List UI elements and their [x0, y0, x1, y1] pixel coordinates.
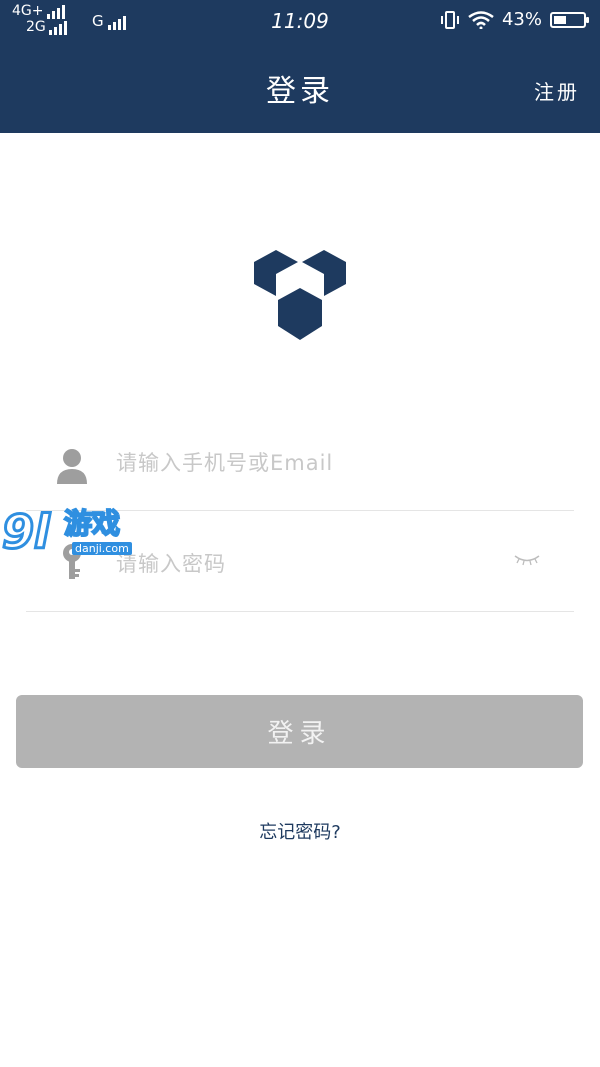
status-bar: 4G+ 2G G 11:09 43% [0, 0, 600, 40]
forgot-password-link[interactable]: 忘记密码? [0, 818, 600, 844]
watermark-brand: 游戏 [63, 507, 121, 541]
eye-closed-icon[interactable] [514, 553, 540, 567]
watermark-logo: 9l 游戏 danji.com [1, 505, 136, 562]
page-title: 登录 [266, 74, 334, 109]
battery-percent: 43% [501, 9, 542, 30]
login-button[interactable]: 登录 [16, 695, 583, 768]
password-input[interactable] [114, 541, 498, 587]
battery-icon [550, 11, 589, 28]
vibrate-icon [440, 10, 459, 29]
battery-fill [554, 15, 567, 24]
register-button[interactable]: 注册 [534, 76, 580, 105]
app-logo [254, 250, 346, 340]
status-right: 43% [440, 9, 589, 30]
app-header: 4G+ 2G G 11:09 43% 登录 注册 [0, 0, 600, 133]
user-icon [57, 449, 87, 484]
username-input[interactable] [114, 440, 498, 486]
watermark-domain: danji.com [72, 542, 132, 555]
wifi-icon [468, 10, 494, 29]
watermark-number: 9l [1, 505, 52, 560]
username-row [26, 410, 574, 511]
